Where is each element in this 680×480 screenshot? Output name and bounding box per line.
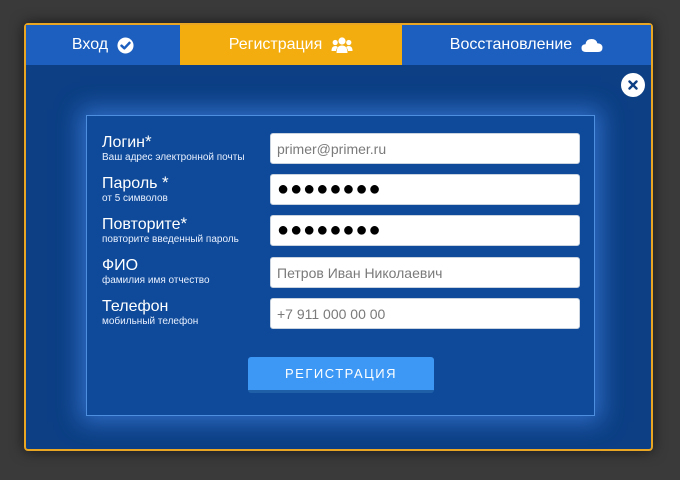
repeat-password-hint: повторите введенный пароль [102, 234, 239, 245]
password-input[interactable] [270, 174, 580, 205]
tab-login-label: Вход [71, 36, 109, 53]
login-input[interactable] [270, 133, 580, 164]
cloud-icon [581, 38, 603, 53]
password-required-mark: * [161, 173, 169, 192]
login-required-mark: * [145, 132, 152, 151]
tab-login[interactable]: Вход [26, 25, 180, 65]
phone-input[interactable] [270, 298, 580, 329]
close-button[interactable] [621, 73, 645, 97]
tab-recovery-label: Восстановление [449, 36, 573, 53]
check-circle-icon [117, 36, 134, 54]
phone-label: Телефон [102, 298, 169, 315]
tab-bar: Вход Регистрация Восстановление [26, 25, 651, 65]
field-fullname: ФИО фамилия имя отчество [102, 257, 581, 288]
register-button[interactable]: РЕГИСТРАЦИЯ [248, 357, 434, 393]
password-label: Пароль [102, 175, 158, 192]
tab-register[interactable]: Регистрация [180, 25, 402, 65]
registration-form: Логин* Ваш адрес электронной почты Парол… [86, 115, 595, 416]
registration-modal: Вход Регистрация Восстановление Логин* В… [24, 23, 653, 451]
fullname-hint: фамилия имя отчество [102, 275, 210, 286]
fullname-label: ФИО [102, 257, 139, 274]
users-icon [331, 36, 353, 54]
tab-recovery[interactable]: Восстановление [402, 25, 651, 65]
phone-hint: мобильный телефон [102, 316, 199, 327]
field-phone: Телефон мобильный телефон [102, 298, 581, 329]
close-icon [628, 80, 638, 90]
field-login: Логин* Ваш адрес электронной почты [102, 133, 581, 164]
password-hint: от 5 символов [102, 193, 168, 204]
repeat-password-label: Повторите [102, 216, 181, 233]
fullname-input[interactable] [270, 257, 580, 288]
repeat-password-required-mark: * [180, 214, 188, 233]
field-password: Пароль * от 5 символов [102, 174, 581, 205]
login-label: Логин [102, 134, 146, 151]
field-repeat-password: Повторите* повторите введенный пароль [102, 215, 581, 246]
repeat-password-input[interactable] [270, 215, 580, 246]
login-hint: Ваш адрес электронной почты [102, 152, 245, 163]
tab-register-label: Регистрация [228, 36, 323, 53]
